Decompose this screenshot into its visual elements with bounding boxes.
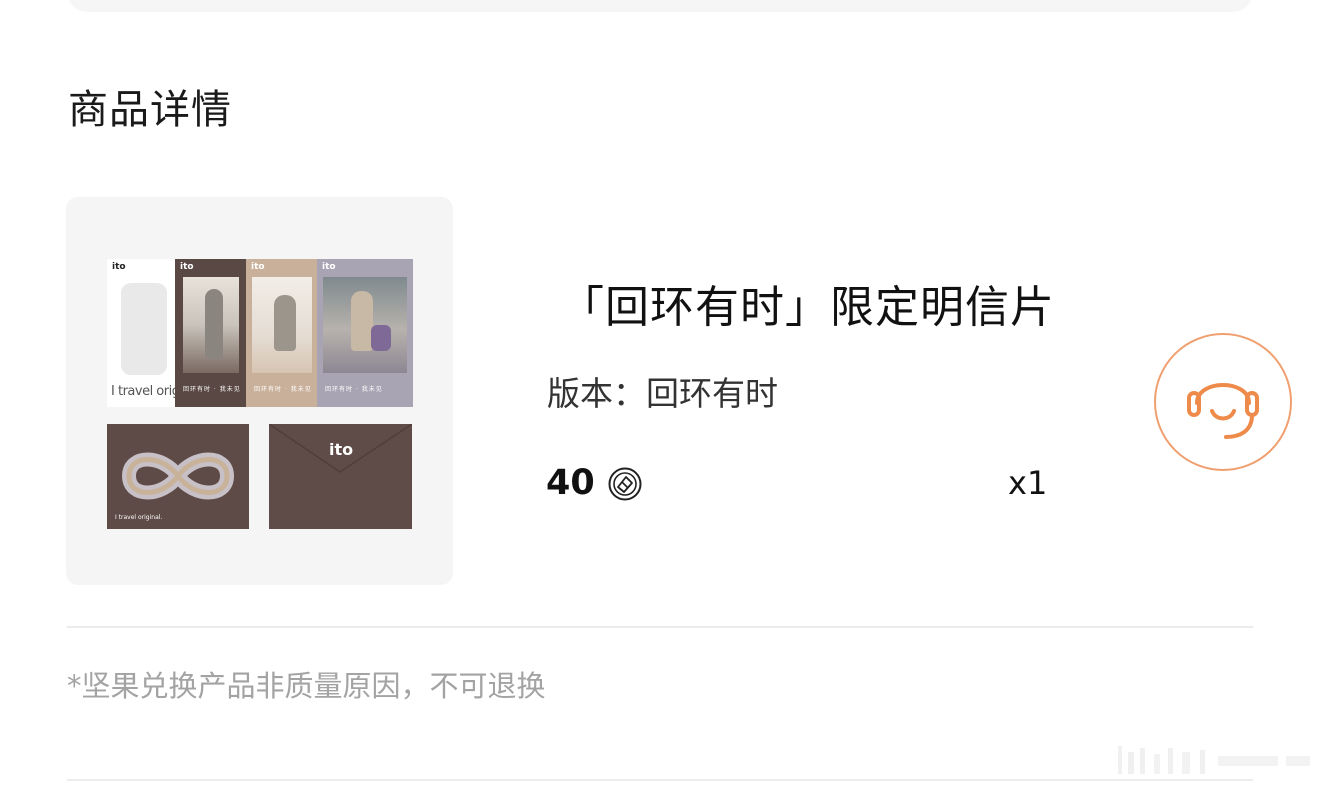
product-name: 「回环有时」限定明信片 (560, 282, 1055, 333)
nut-coin-icon (608, 467, 642, 501)
model-figure (274, 295, 296, 351)
quantity: x1 (1008, 464, 1048, 502)
tagline-text: I travel origi (111, 384, 177, 399)
envelope-logo: ito (329, 440, 354, 459)
price-value: 40 (546, 463, 595, 503)
return-policy-notice: *坚果兑换产品非质量原因，不可退换 (67, 669, 546, 703)
model-figure (205, 289, 223, 359)
postcard-infinity: I travel original. (107, 424, 249, 529)
divider (67, 626, 1253, 628)
divider-bottom (67, 779, 1253, 781)
postcard-brown: ito 回环有时 · 我未见 (175, 259, 247, 407)
infinity-tagline: I travel original. (115, 514, 163, 521)
section-title: 商品详情 (68, 87, 232, 133)
previous-card (67, 0, 1253, 12)
customer-service-button[interactable] (1154, 333, 1292, 471)
postcard-white: ito I travel origi (107, 259, 177, 407)
postcard-lavender: ito 回环有时 · 我未见 (317, 259, 413, 407)
suitcase-graphic (121, 283, 167, 375)
watermark-graphic (1118, 746, 1310, 774)
product-thumbnail[interactable]: ito I travel origi ito 回环有时 · 我未见 ito 回环… (66, 197, 453, 585)
product-version: 版本：回环有时 (547, 374, 778, 413)
purple-bag (371, 325, 391, 351)
envelope: ito (269, 424, 412, 529)
headset-icon (1187, 383, 1259, 439)
postcard-beige: ito 回环有时 · 我未见 (246, 259, 318, 407)
model-figure (351, 291, 373, 351)
